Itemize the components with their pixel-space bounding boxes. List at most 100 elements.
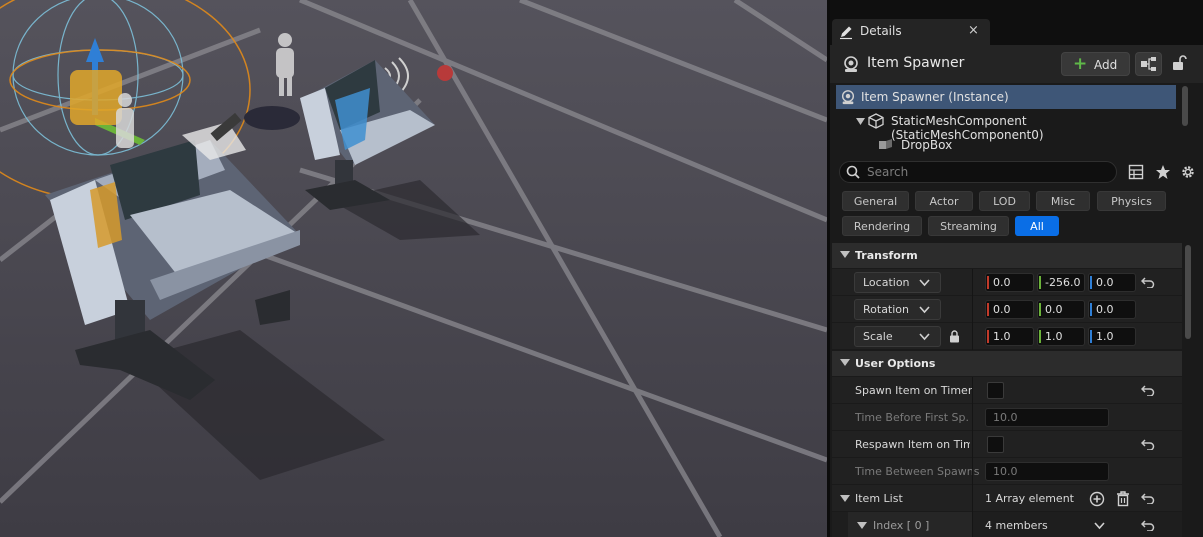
- viewport-scene: [0, 0, 827, 537]
- search-input[interactable]: [867, 164, 1107, 180]
- properties-scrollbar[interactable]: [1185, 245, 1191, 339]
- reset-icon[interactable]: [1141, 276, 1155, 288]
- scale-z-value: 1.0: [1096, 330, 1114, 343]
- prop-respawn-on-timer: Respawn Item on Tim...: [832, 431, 1182, 458]
- filter-physics[interactable]: Physics: [1097, 191, 1166, 211]
- chevron-down-icon[interactable]: [1094, 521, 1105, 530]
- component-tree: Item Spawner (Instance) StaticMeshCompon…: [836, 84, 1191, 154]
- gear-icon[interactable]: [1180, 164, 1196, 180]
- search-box[interactable]: [839, 161, 1117, 183]
- location-x-field[interactable]: 0.0: [985, 273, 1034, 292]
- search-icon: [846, 165, 860, 179]
- details-header: Item Spawner + Add: [830, 45, 1203, 83]
- time-between-field[interactable]: 10.0: [985, 462, 1109, 481]
- respawn-on-timer-checkbox[interactable]: [987, 436, 1004, 453]
- tree-item-label: DropBox: [901, 138, 953, 152]
- location-y-value: -256.0: [1045, 276, 1081, 289]
- respawn-on-timer-label: Respawn Item on Tim...: [855, 438, 970, 451]
- tree-item-static-mesh[interactable]: StaticMeshComponent (StaticMeshComponent…: [836, 109, 1176, 142]
- rotation-label: Rotation: [863, 303, 910, 316]
- column-divider[interactable]: [972, 377, 973, 404]
- category-user-options[interactable]: User Options: [832, 351, 1182, 376]
- column-divider[interactable]: [972, 269, 973, 296]
- column-divider[interactable]: [972, 431, 973, 458]
- prop-time-before-first: Time Before First Sp... 10.0: [832, 404, 1182, 431]
- spawn-on-timer-checkbox[interactable]: [987, 382, 1004, 399]
- time-before-first-field[interactable]: 10.0: [985, 408, 1109, 427]
- location-x-value: 0.0: [993, 276, 1011, 289]
- filter-streaming[interactable]: Streaming: [928, 216, 1009, 236]
- pencil-icon: [840, 26, 852, 40]
- chevron-down-icon[interactable]: [856, 118, 865, 125]
- index-0-members: 4 members: [985, 519, 1048, 532]
- column-divider[interactable]: [972, 296, 973, 323]
- chevron-down-icon[interactable]: [840, 495, 850, 503]
- rotation-z-field[interactable]: 0.0: [1088, 300, 1136, 319]
- search-row: [830, 154, 1203, 188]
- rotation-x-field[interactable]: 0.0: [985, 300, 1034, 319]
- chevron-down-icon: [919, 306, 930, 314]
- prop-index-0: Index [ 0 ] 4 members: [832, 512, 1182, 537]
- category-title: User Options: [855, 357, 936, 370]
- index-0-label: Index [ 0 ]: [873, 519, 930, 532]
- scale-x-value: 1.0: [993, 330, 1011, 343]
- lock-icon[interactable]: [1170, 54, 1188, 72]
- location-z-value: 0.0: [1096, 276, 1114, 289]
- scale-dropdown[interactable]: Scale: [854, 326, 941, 347]
- prop-spawn-on-timer: Spawn Item on Timer: [832, 377, 1182, 404]
- close-icon[interactable]: ×: [968, 23, 979, 38]
- filter-misc[interactable]: Misc: [1036, 191, 1090, 211]
- column-divider[interactable]: [972, 404, 973, 431]
- item-list-count: 1 Array element: [985, 492, 1074, 505]
- chevron-down-icon[interactable]: [857, 522, 867, 530]
- category-transform[interactable]: Transform: [832, 243, 1182, 268]
- actor-title: Item Spawner: [867, 55, 965, 71]
- lock-icon[interactable]: [949, 330, 960, 343]
- filter-general[interactable]: General: [842, 191, 909, 211]
- actor-icon: [841, 90, 855, 105]
- add-element-icon[interactable]: [1089, 491, 1105, 507]
- filter-actor[interactable]: Actor: [915, 191, 973, 211]
- rotation-y-value: 0.0: [1045, 303, 1063, 316]
- actor-icon: [844, 56, 858, 72]
- filter-all[interactable]: All: [1015, 216, 1059, 236]
- chevron-down-icon: [840, 359, 850, 366]
- tree-item-instance[interactable]: Item Spawner (Instance): [836, 85, 1176, 109]
- prop-item-list: Item List 1 Array element: [832, 485, 1182, 512]
- scale-y-field[interactable]: 1.0: [1037, 327, 1085, 346]
- column-divider[interactable]: [972, 458, 973, 485]
- location-z-field[interactable]: 0.0: [1088, 273, 1136, 292]
- reset-icon[interactable]: [1141, 519, 1155, 531]
- reset-icon[interactable]: [1141, 384, 1155, 396]
- details-panel: Details × Item Spawner + Add Item Spawne…: [830, 0, 1203, 537]
- location-y-field[interactable]: -256.0: [1037, 273, 1085, 292]
- location-dropdown[interactable]: Location: [854, 272, 941, 293]
- add-component-button[interactable]: + Add: [1061, 52, 1130, 76]
- level-viewport[interactable]: [0, 0, 827, 537]
- location-label: Location: [863, 276, 910, 289]
- time-before-first-value: 10.0: [993, 411, 1018, 424]
- rotation-dropdown[interactable]: Rotation: [854, 299, 941, 320]
- filter-rendering[interactable]: Rendering: [842, 216, 922, 236]
- prop-time-between: Time Between Spawns 10.0: [832, 458, 1182, 485]
- scale-z-field[interactable]: 1.0: [1088, 327, 1136, 346]
- reset-icon[interactable]: [1141, 438, 1155, 450]
- reset-icon[interactable]: [1141, 492, 1155, 504]
- mesh-icon: [868, 113, 884, 129]
- time-between-label: Time Between Spawns: [855, 465, 980, 478]
- rotation-y-field[interactable]: 0.0: [1037, 300, 1085, 319]
- prop-scale: Scale 1.0 1.0 1.0: [832, 323, 1182, 350]
- tab-details-label: Details: [860, 24, 902, 38]
- grid-icon[interactable]: [1128, 164, 1144, 180]
- column-divider[interactable]: [972, 323, 973, 350]
- star-icon[interactable]: [1155, 164, 1171, 180]
- rotation-z-value: 0.0: [1096, 303, 1114, 316]
- tree-scrollbar[interactable]: [1182, 86, 1188, 126]
- tab-details[interactable]: Details ×: [832, 19, 990, 45]
- scale-x-field[interactable]: 1.0: [985, 327, 1034, 346]
- blueprint-button[interactable]: [1135, 52, 1162, 76]
- column-divider[interactable]: [972, 512, 973, 537]
- filter-lod[interactable]: LOD: [979, 191, 1030, 211]
- column-divider[interactable]: [972, 485, 973, 512]
- trash-icon[interactable]: [1116, 491, 1130, 507]
